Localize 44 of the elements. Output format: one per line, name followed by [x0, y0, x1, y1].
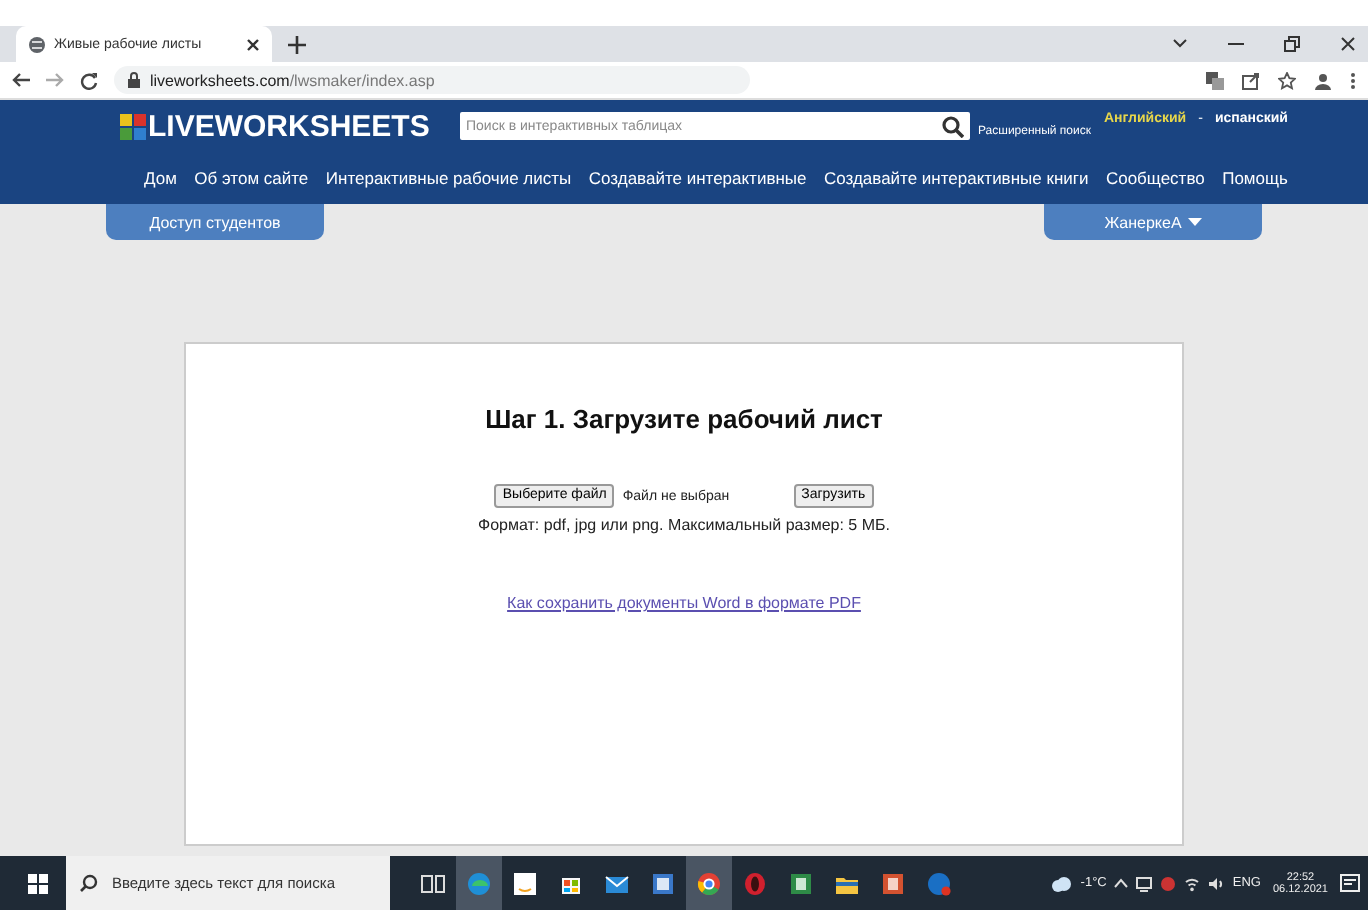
caret-icon [1187, 218, 1202, 226]
user-menu-button[interactable]: ЖанеркеА [1044, 204, 1262, 240]
menu-item[interactable]: Создавайте интерактивные [588, 168, 807, 188]
menu-item[interactable]: Дом [144, 168, 177, 188]
lock-icon [128, 72, 140, 88]
step-heading: Шаг 1. Загрузите рабочий лист [485, 404, 883, 434]
back-icon[interactable] [12, 72, 30, 88]
menu-item[interactable]: Интерактивные рабочие листы [325, 168, 572, 188]
star-icon[interactable] [1278, 71, 1296, 89]
logo-icon [120, 113, 146, 139]
opera-icon[interactable] [740, 869, 770, 897]
restore-icon[interactable] [1284, 36, 1300, 52]
help-link[interactable]: Как сохранить документы Word в формате PDF [507, 594, 861, 612]
address-bar[interactable]: liveworksheets.com/lwsmaker/index.asp [114, 66, 750, 94]
site-logo[interactable]: LIVEWORKSHEETS [148, 109, 430, 143]
edge-icon[interactable] [464, 869, 494, 897]
close-icon[interactable] [1340, 36, 1356, 52]
reload-icon[interactable] [80, 71, 98, 89]
search-icon [80, 874, 98, 892]
volume-icon[interactable] [1208, 875, 1225, 891]
task-view-icon[interactable] [418, 869, 448, 897]
search-icon [942, 115, 964, 137]
profile-icon[interactable] [1314, 71, 1332, 89]
chevron-up-icon[interactable] [1114, 878, 1129, 888]
chevron-down-icon[interactable] [1172, 38, 1188, 50]
format-note: Формат: pdf, jpg или png. Максимальный размер: 5 МБ. [478, 516, 890, 534]
menu-item[interactable]: Сообщество [1105, 168, 1205, 188]
more-icon[interactable] [1350, 71, 1356, 89]
cloud-icon [1050, 875, 1073, 891]
share-icon[interactable] [1242, 71, 1260, 89]
menu-item[interactable]: Создавайте интерактивные книги [823, 168, 1089, 188]
chrome-icon[interactable] [694, 869, 724, 897]
wifi-icon[interactable] [1184, 875, 1201, 891]
network-icon[interactable] [1136, 875, 1153, 891]
new-tab-icon[interactable] [288, 35, 306, 53]
student-access-button[interactable]: Доступ студентов [106, 204, 324, 240]
url-text: liveworksheets.com/lwsmaker/index.asp [150, 71, 435, 89]
close-icon[interactable] [246, 37, 260, 51]
menu-item[interactable]: Помощь [1222, 168, 1288, 188]
windows-start-icon[interactable] [28, 873, 48, 893]
globe-icon [28, 35, 46, 53]
minimize-icon[interactable] [1228, 38, 1244, 50]
menu-item[interactable]: Об этом сайте [194, 168, 309, 188]
notifications-icon[interactable] [1340, 873, 1360, 893]
